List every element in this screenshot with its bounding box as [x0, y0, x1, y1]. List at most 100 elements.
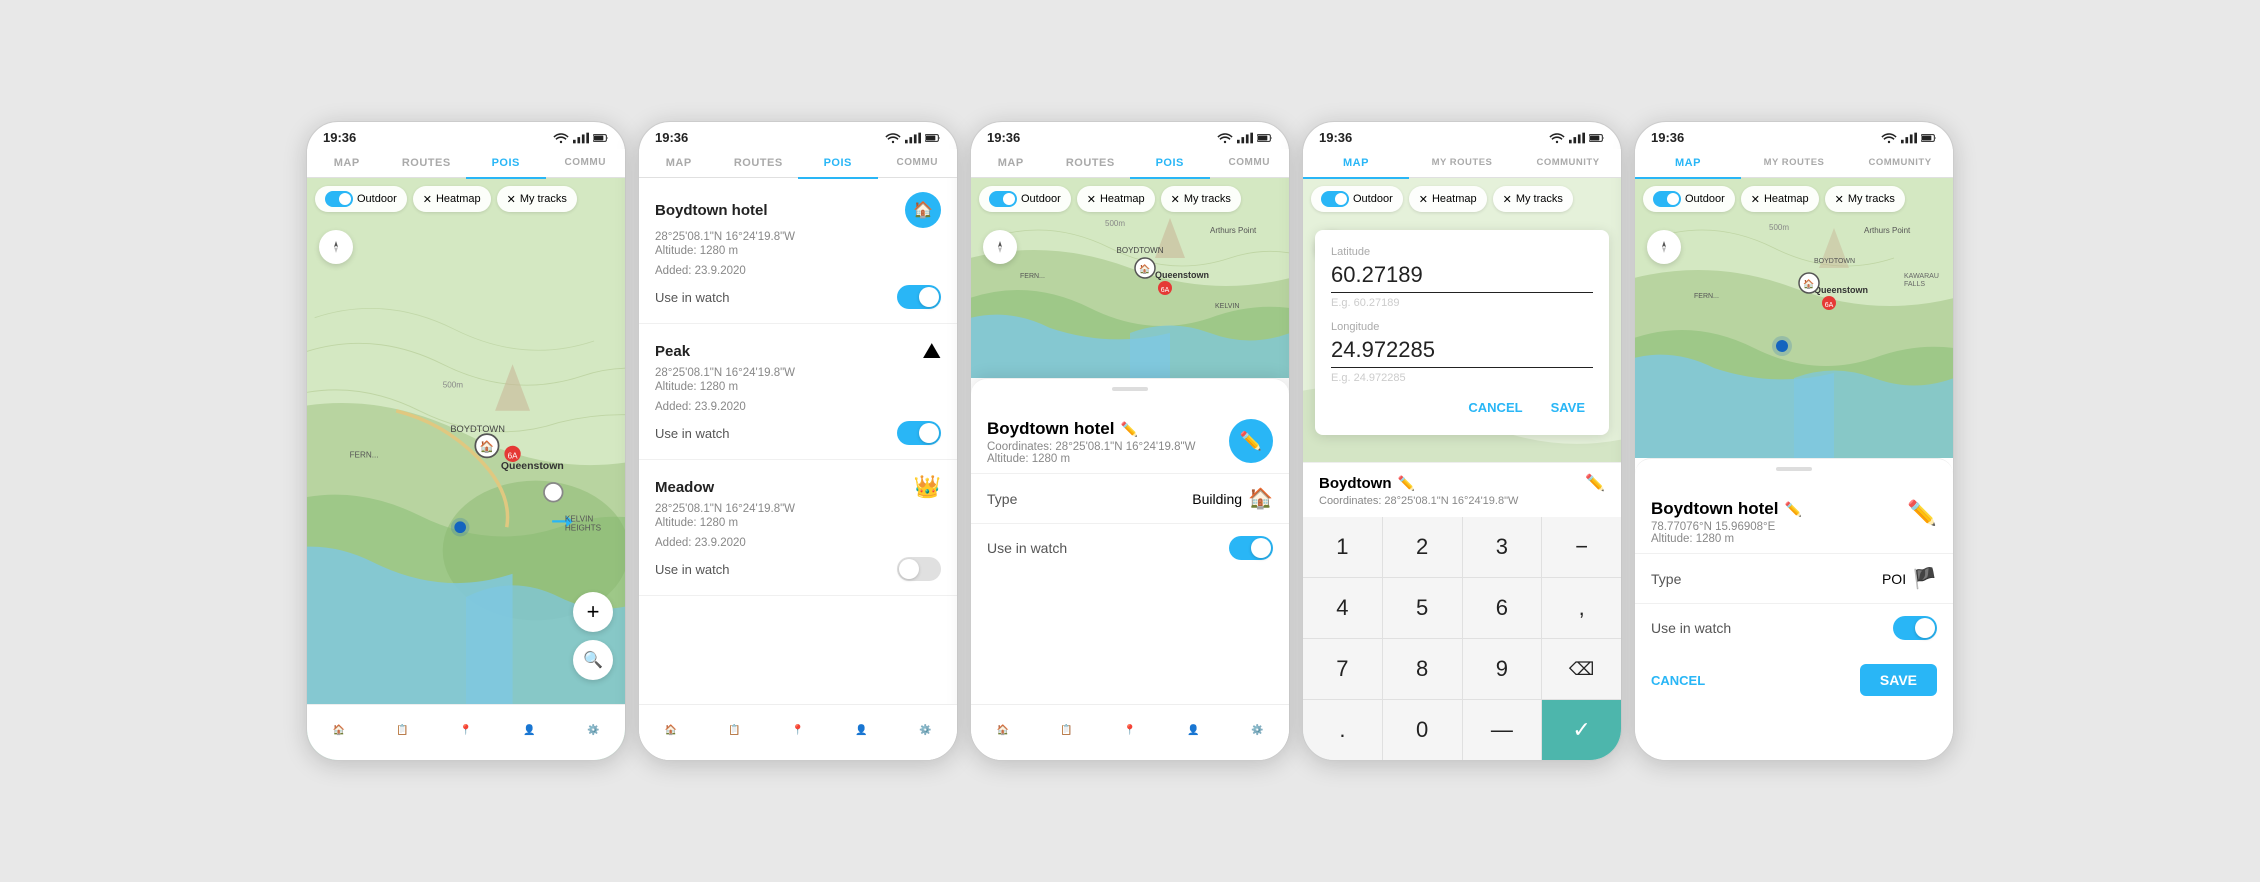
pill-mytracks-4[interactable]: ✕ My tracks — [1493, 186, 1573, 212]
pill-heatmap-4[interactable]: ✕ Heatmap — [1409, 186, 1487, 212]
pill-mytracks-3[interactable]: ✕ My tracks — [1161, 186, 1241, 212]
pill-heatmap-5[interactable]: ✕ Heatmap — [1741, 186, 1819, 212]
bottom-nav-person-2[interactable]: 👤 — [855, 725, 867, 736]
bottom-nav-location-1[interactable]: 📍 — [460, 725, 472, 736]
tab-map-1[interactable]: MAP — [307, 149, 387, 177]
signal-icon — [573, 132, 589, 144]
outdoor-switch-5[interactable] — [1653, 191, 1681, 207]
numpad-5[interactable]: 5 — [1383, 578, 1462, 638]
outdoor-switch-4[interactable] — [1321, 191, 1349, 207]
poi-item-meadow[interactable]: Meadow 👑 28°25'08.1"N 16°24'19.8"W Altit… — [639, 460, 957, 596]
lat-value-4[interactable]: 60.27189 — [1331, 262, 1593, 293]
bottom-nav-home-3[interactable]: 🏠 — [997, 725, 1009, 736]
numpad-dash[interactable]: — — [1463, 700, 1542, 760]
detail-header-3: Boydtown hotel ✏️ Coordinates: 28°25'08.… — [971, 403, 1289, 473]
bottom-nav-list-2[interactable]: 📋 — [728, 725, 740, 736]
outdoor-switch-3[interactable] — [989, 191, 1017, 207]
tab-routes-3[interactable]: ROUTES — [1051, 149, 1131, 177]
detail-watch-toggle-3[interactable] — [1229, 536, 1273, 560]
tab-map-5[interactable]: MAP — [1635, 149, 1741, 177]
bottom-nav-settings-3[interactable]: ⚙️ — [1251, 725, 1263, 736]
tab-myroutes-5[interactable]: MY ROUTES — [1741, 149, 1847, 177]
bottom-nav-settings-2[interactable]: ⚙️ — [919, 725, 931, 736]
bottom-nav-person-1[interactable]: 👤 — [523, 725, 535, 736]
numpad-4[interactable]: 4 — [1303, 578, 1382, 638]
mytracks-label-3: My tracks — [1184, 193, 1231, 205]
tab-map-4[interactable]: MAP — [1303, 149, 1409, 177]
detail-alt-5: Altitude: 1280 m — [1651, 533, 1802, 545]
tab-commu-2[interactable]: COMMU — [878, 149, 958, 177]
bottom-nav-home-2[interactable]: 🏠 — [665, 725, 677, 736]
nav-arrow-btn-1[interactable] — [319, 230, 353, 264]
poi-watch-toggle-meadow[interactable] — [897, 557, 941, 581]
numpad-7[interactable]: 7 — [1303, 639, 1382, 699]
lng-value-4[interactable]: 24.972285 — [1331, 337, 1593, 368]
tab-pois-1[interactable]: POIS — [466, 149, 546, 177]
tab-commu-3[interactable]: COMMU — [1210, 149, 1290, 177]
tab-myroutes-4[interactable]: MY ROUTES — [1409, 149, 1515, 177]
bottom-nav-settings-1[interactable]: ⚙️ — [587, 725, 599, 736]
poi-watch-label-peak: Use in watch — [655, 426, 729, 441]
map-area-3: BOYDTOWN Queenstown 🏠 6A FERN... KELVIN … — [971, 178, 1289, 378]
status-bar-4: 19:36 — [1303, 122, 1621, 149]
bottom-nav-person-3[interactable]: 👤 — [1187, 725, 1199, 736]
s5-cancel-btn-5[interactable]: CANCEL — [1651, 673, 1705, 688]
bottom-nav-location-2[interactable]: 📍 — [792, 725, 804, 736]
edit-icon-3[interactable]: ✏️ — [1120, 421, 1137, 438]
tab-community-4[interactable]: COMMUNITY — [1515, 149, 1621, 177]
numpad-9[interactable]: 9 — [1463, 639, 1542, 699]
outdoor-switch-1[interactable] — [325, 191, 353, 207]
tab-routes-1[interactable]: ROUTES — [387, 149, 467, 177]
numpad-6[interactable]: 6 — [1463, 578, 1542, 638]
pill-heatmap-1[interactable]: ✕ Heatmap — [413, 186, 491, 212]
svg-text:🏠: 🏠 — [1803, 279, 1814, 289]
numpad-check[interactable]: ✓ — [1542, 700, 1621, 760]
numpad-backspace[interactable]: ⌫ — [1542, 639, 1621, 699]
numpad-8[interactable]: 8 — [1383, 639, 1462, 699]
nav-arrow-btn-5[interactable] — [1647, 230, 1681, 264]
numpad-1[interactable]: 1 — [1303, 517, 1382, 577]
bottom-nav-list-3[interactable]: 📋 — [1060, 725, 1072, 736]
poi-item-peak[interactable]: Peak ⛰ 28°25'08.1"N 16°24'19.8"W Altitud… — [639, 324, 957, 460]
numpad-2[interactable]: 2 — [1383, 517, 1462, 577]
poi-watch-toggle-boydtown[interactable] — [897, 285, 941, 309]
pill-outdoor-1[interactable]: Outdoor — [315, 186, 407, 212]
heatmap-label-4: Heatmap — [1432, 193, 1477, 205]
numpad-0[interactable]: 0 — [1383, 700, 1462, 760]
s5-save-btn-5[interactable]: SAVE — [1860, 664, 1937, 696]
tab-community-5[interactable]: COMMUNITY — [1847, 149, 1953, 177]
edit-icon-5[interactable]: ✏️ — [1784, 501, 1801, 518]
search-btn-1[interactable]: 🔍 — [573, 640, 613, 680]
pill-mytracks-1[interactable]: ✕ My tracks — [497, 186, 577, 212]
numpad-dot[interactable]: . — [1303, 700, 1382, 760]
detail-watch-toggle-5[interactable] — [1893, 616, 1937, 640]
zoom-in-btn-1[interactable]: + — [573, 592, 613, 632]
pill-mytracks-5[interactable]: ✕ My tracks — [1825, 186, 1905, 212]
numpad-minus[interactable]: − — [1542, 517, 1621, 577]
bottom-nav-home-1[interactable]: 🏠 — [333, 725, 345, 736]
save-btn-4[interactable]: SAVE — [1543, 396, 1593, 419]
numpad-3[interactable]: 3 — [1463, 517, 1542, 577]
pill-outdoor-4[interactable]: Outdoor — [1311, 186, 1403, 212]
cancel-btn-4[interactable]: CANCEL — [1460, 396, 1530, 419]
tab-map-3[interactable]: MAP — [971, 149, 1051, 177]
tab-commu-1[interactable]: COMMU — [546, 149, 626, 177]
tab-pois-2[interactable]: POIS — [798, 149, 878, 177]
poi-bar-edit-icon-4[interactable]: ✏️ — [1398, 475, 1415, 492]
tab-pois-3[interactable]: POIS — [1130, 149, 1210, 177]
pill-outdoor-5[interactable]: Outdoor — [1643, 186, 1735, 212]
nav-arrow-btn-3[interactable] — [983, 230, 1017, 264]
bottom-nav-list-1[interactable]: 📋 — [396, 725, 408, 736]
tab-map-2[interactable]: MAP — [639, 149, 719, 177]
phones-container: 19:36 MAP ROUTES POIS COMMU — [306, 121, 1954, 761]
svg-text:6A: 6A — [508, 452, 519, 461]
pill-heatmap-3[interactable]: ✕ Heatmap — [1077, 186, 1155, 212]
pill-outdoor-3[interactable]: Outdoor — [979, 186, 1071, 212]
battery-icon-2 — [925, 132, 941, 144]
poi-item-boydtown[interactable]: Boydtown hotel 🏠 28°25'08.1"N 16°24'19.8… — [639, 178, 957, 324]
poi-watch-toggle-peak[interactable] — [897, 421, 941, 445]
tab-routes-2[interactable]: ROUTES — [719, 149, 799, 177]
status-bar-5: 19:36 — [1635, 122, 1953, 149]
bottom-nav-location-3[interactable]: 📍 — [1124, 725, 1136, 736]
numpad-comma[interactable]: , — [1542, 578, 1621, 638]
